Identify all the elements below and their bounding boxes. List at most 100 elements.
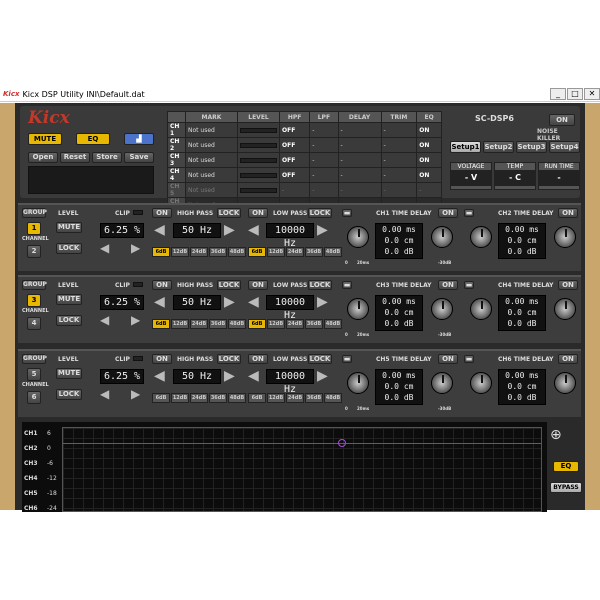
channel-b-button[interactable]: 2: [27, 245, 41, 258]
eq-point[interactable]: [338, 439, 346, 447]
channel-a-button[interactable]: 3: [27, 294, 41, 307]
slope-12db-button[interactable]: 12dB: [171, 319, 189, 329]
lp-up-arrow-icon[interactable]: ▶: [317, 294, 328, 310]
level-up-arrow-icon[interactable]: ▶: [131, 387, 140, 401]
store-button[interactable]: Store: [92, 152, 122, 163]
channel-a-button[interactable]: 5: [27, 368, 41, 381]
slope-6db-button[interactable]: 6dB: [152, 393, 170, 403]
slope-12db-button[interactable]: 12dB: [267, 247, 285, 257]
trim-knob[interactable]: [554, 298, 576, 320]
eq-button[interactable]: EQ: [76, 133, 110, 145]
setup3-button[interactable]: Setup3: [516, 141, 547, 153]
graph-channel-label[interactable]: CH6: [24, 505, 38, 512]
slope-48db-button[interactable]: 48dB: [324, 319, 342, 329]
hp-lock-button[interactable]: LOCK: [217, 354, 241, 364]
hp-on-button[interactable]: ON: [152, 280, 172, 290]
slope-48db-button[interactable]: 48dB: [228, 319, 246, 329]
slope-24db-button[interactable]: 24dB: [190, 393, 208, 403]
lp-on-button[interactable]: ON: [248, 354, 268, 364]
slope-24db-button[interactable]: 24dB: [190, 319, 208, 329]
lp-lock-button[interactable]: LOCK: [308, 208, 332, 218]
mute-button[interactable]: MUTE: [56, 368, 82, 379]
level-down-arrow-icon[interactable]: ◀: [100, 241, 109, 255]
level-down-arrow-icon[interactable]: ◀: [100, 387, 109, 401]
delay-b-on-button[interactable]: ON: [558, 208, 578, 218]
zoom-icon[interactable]: ⊕: [550, 427, 562, 443]
table-row[interactable]: CH 3 Not used OFF - - - ON: [167, 152, 442, 168]
setup4-button[interactable]: Setup4: [549, 141, 580, 153]
lock-button[interactable]: LOCK: [56, 315, 82, 326]
hp-on-button[interactable]: ON: [152, 354, 172, 364]
chart-icon[interactable]: ▟: [124, 133, 154, 145]
minimize-button[interactable]: _: [550, 88, 566, 100]
delay-link-icon[interactable]: ▬: [342, 281, 352, 289]
noise-killer-toggle[interactable]: ON: [549, 114, 575, 126]
hp-lock-button[interactable]: LOCK: [217, 280, 241, 290]
lp-down-arrow-icon[interactable]: ◀: [248, 368, 259, 384]
slope-36db-button[interactable]: 36dB: [305, 393, 323, 403]
delay-knob[interactable]: [347, 226, 369, 248]
level-up-arrow-icon[interactable]: ▶: [131, 241, 140, 255]
slope-24db-button[interactable]: 24dB: [286, 319, 304, 329]
hp-up-arrow-icon[interactable]: ▶: [224, 368, 235, 384]
delay-knob[interactable]: [347, 372, 369, 394]
graph-channel-label[interactable]: CH1: [24, 430, 38, 437]
slope-36db-button[interactable]: 36dB: [305, 319, 323, 329]
hp-up-arrow-icon[interactable]: ▶: [224, 222, 235, 238]
slope-6db-button[interactable]: 6dB: [248, 247, 266, 257]
group-button[interactable]: GROUP: [22, 280, 47, 290]
trim-knob[interactable]: [554, 372, 576, 394]
lp-down-arrow-icon[interactable]: ◀: [248, 222, 259, 238]
delay-knob[interactable]: [470, 372, 492, 394]
level-up-arrow-icon[interactable]: ▶: [131, 313, 140, 327]
lp-on-button[interactable]: ON: [248, 280, 268, 290]
open-button[interactable]: Open: [28, 152, 58, 163]
slope-48db-button[interactable]: 48dB: [324, 247, 342, 257]
eq-graph[interactable]: CH1 CH2 CH3 CH4 CH5 CH6 6 0 -6 -12 -18 -24: [22, 422, 547, 512]
slope-6db-button[interactable]: 6dB: [248, 319, 266, 329]
lp-lock-button[interactable]: LOCK: [308, 354, 332, 364]
table-row[interactable]: CH 2 Not used OFF - - - ON: [167, 137, 442, 153]
slope-24db-button[interactable]: 24dB: [286, 247, 304, 257]
mute-button[interactable]: MUTE: [56, 222, 82, 233]
delay-a-on-button[interactable]: ON: [438, 280, 458, 290]
trim-knob[interactable]: [431, 226, 453, 248]
lp-up-arrow-icon[interactable]: ▶: [317, 368, 328, 384]
slope-36db-button[interactable]: 36dB: [209, 319, 227, 329]
delay-link-icon[interactable]: ▬: [464, 209, 474, 217]
slope-36db-button[interactable]: 36dB: [209, 247, 227, 257]
save-button[interactable]: Save: [124, 152, 154, 163]
table-row[interactable]: CH 4 Not used OFF - - - ON: [167, 167, 442, 183]
slope-48db-button[interactable]: 48dB: [324, 393, 342, 403]
group-button[interactable]: GROUP: [22, 208, 47, 218]
close-button[interactable]: ✕: [584, 88, 600, 100]
slope-12db-button[interactable]: 12dB: [267, 319, 285, 329]
slope-6db-button[interactable]: 6dB: [152, 319, 170, 329]
lock-button[interactable]: LOCK: [56, 243, 82, 254]
lp-on-button[interactable]: ON: [248, 208, 268, 218]
slope-12db-button[interactable]: 12dB: [171, 393, 189, 403]
delay-link-icon[interactable]: ▬: [342, 355, 352, 363]
graph-eq-button[interactable]: EQ: [553, 461, 579, 472]
hp-on-button[interactable]: ON: [152, 208, 172, 218]
channel-b-button[interactable]: 6: [27, 391, 41, 404]
delay-b-on-button[interactable]: ON: [558, 280, 578, 290]
slope-36db-button[interactable]: 36dB: [209, 393, 227, 403]
slope-48db-button[interactable]: 48dB: [228, 247, 246, 257]
graph-channel-label[interactable]: CH4: [24, 475, 38, 482]
setup2-button[interactable]: Setup2: [483, 141, 514, 153]
slope-6db-button[interactable]: 6dB: [152, 247, 170, 257]
mute-button[interactable]: MUTE: [56, 294, 82, 305]
delay-a-on-button[interactable]: ON: [438, 354, 458, 364]
delay-knob[interactable]: [347, 298, 369, 320]
mute-all-button[interactable]: MUTE: [28, 133, 62, 145]
bypass-button[interactable]: BYPASS: [550, 482, 582, 493]
trim-knob[interactable]: [431, 372, 453, 394]
hp-down-arrow-icon[interactable]: ◀: [154, 294, 165, 310]
level-down-arrow-icon[interactable]: ◀: [100, 313, 109, 327]
setup1-button[interactable]: Setup1: [450, 141, 481, 153]
slope-36db-button[interactable]: 36dB: [305, 247, 323, 257]
slope-12db-button[interactable]: 12dB: [171, 247, 189, 257]
table-row[interactable]: CH 1 Not used OFF - - - ON: [167, 122, 442, 138]
slope-48db-button[interactable]: 48dB: [228, 393, 246, 403]
